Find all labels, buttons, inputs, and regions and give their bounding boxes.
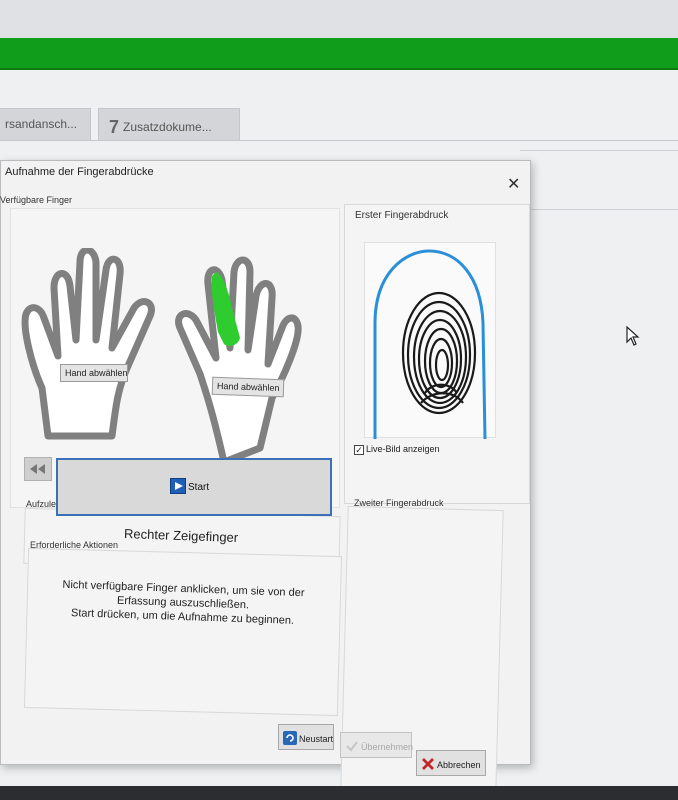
left-hand-deselect-button[interactable]: Hand abwählen	[60, 364, 128, 382]
restart-button[interactable]: Neustart	[278, 724, 334, 750]
right-hand-deselect-button[interactable]: Hand abwählen	[211, 376, 285, 398]
cancel-x-icon	[422, 758, 434, 770]
app-content-box	[520, 150, 678, 210]
rewind-icon	[30, 464, 45, 474]
rewind-button[interactable]	[24, 457, 52, 481]
cancel-button[interactable]: Abbrechen	[416, 750, 486, 776]
live-image-checkbox[interactable]: ✓ Live-Bild anzeigen	[354, 444, 440, 455]
start-button[interactable]: Start	[56, 458, 332, 516]
required-actions-panel	[23, 547, 343, 717]
close-icon[interactable]: ✕	[507, 177, 520, 193]
live-image-label: Live-Bild anzeigen	[366, 444, 440, 454]
first-print-label: Erster Fingerabdruck	[355, 210, 449, 221]
dialog-title: Aufnahme der Fingerabdrücke	[5, 166, 154, 178]
accept-label: Übernehmen	[361, 742, 414, 752]
tab-number: 7	[109, 117, 120, 137]
tab-zusatzdokumente[interactable]: 7 Zusatzdokume...	[98, 108, 240, 140]
tab-label: Zusatzdokume...	[123, 120, 212, 134]
cancel-label: Abbrechen	[437, 760, 481, 770]
app-title-bar	[0, 0, 678, 38]
app-green-header	[0, 38, 678, 70]
checkbox-check-icon: ✓	[354, 445, 364, 455]
hands-diagram	[21, 248, 302, 466]
mouse-cursor-icon	[626, 325, 640, 351]
start-label: Start	[188, 482, 210, 493]
second-print-label: Zweiter Fingerabdruck	[354, 498, 444, 508]
restart-icon	[283, 731, 297, 745]
available-fingers-label: Verfügbare Finger	[0, 195, 73, 205]
accept-button[interactable]: Übernehmen	[340, 732, 414, 758]
fingerprint-preview	[364, 242, 496, 440]
checkmark-icon	[346, 741, 358, 752]
start-button-content: Start	[170, 478, 209, 494]
play-icon	[170, 478, 186, 494]
left-hand-icon[interactable]	[21, 248, 155, 440]
tab-divider	[0, 140, 678, 141]
screen-bezel-strip	[0, 786, 678, 800]
tab-label: rsandansch...	[5, 117, 78, 131]
fingerprint-image	[373, 249, 487, 440]
restart-label: Neustart	[299, 734, 334, 744]
tab-versandanschrift[interactable]: rsandansch...	[0, 108, 91, 140]
right-hand-icon[interactable]	[175, 256, 302, 466]
